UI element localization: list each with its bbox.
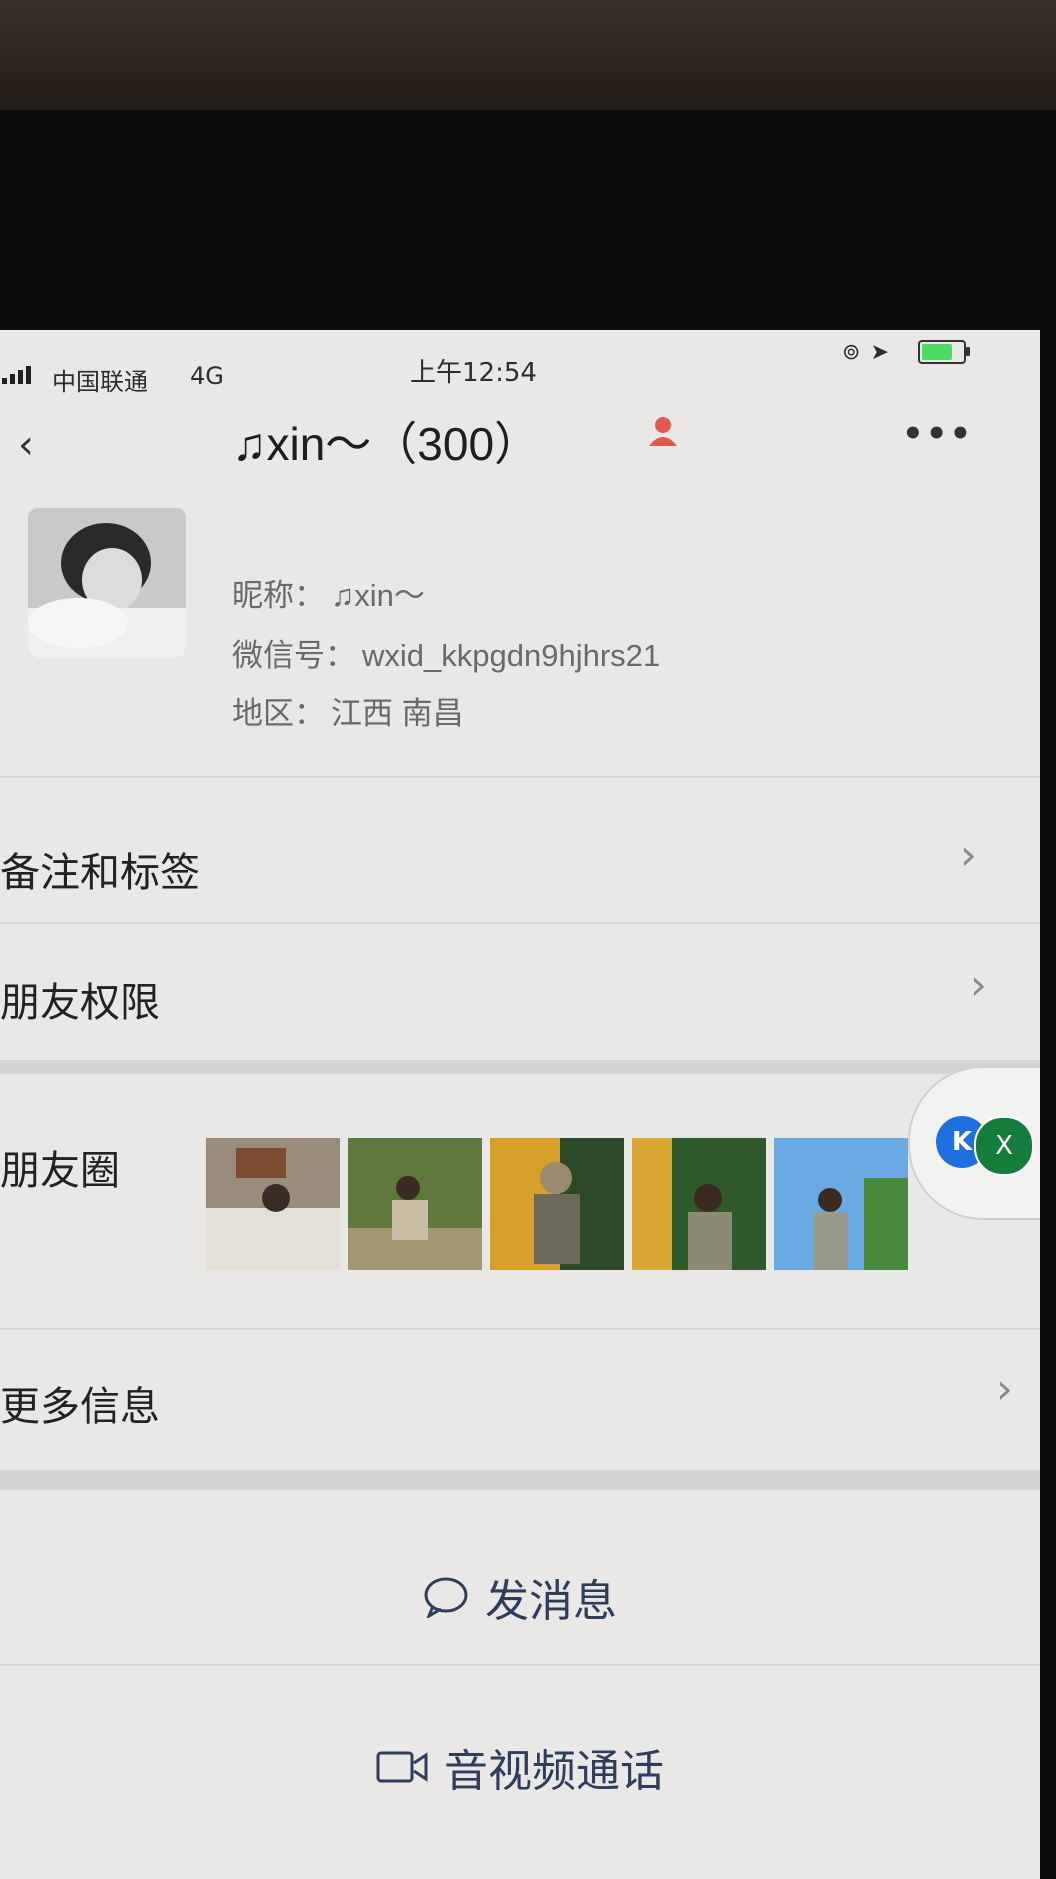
chevron-right-icon: › [960, 830, 977, 879]
chevron-right-icon: › [996, 1364, 1013, 1413]
moments-label: 朋友圈 [0, 1149, 120, 1193]
moment-thumb [206, 1138, 340, 1270]
x-app-icon: X [974, 1116, 1034, 1176]
divider [0, 1328, 1040, 1330]
carrier-label: 中国联通 [52, 368, 148, 396]
nickname-label: 昵称： [232, 578, 325, 613]
floating-window-ball[interactable]: K X [908, 1066, 1040, 1220]
chevron-right-icon: › [970, 960, 987, 1009]
region-value: 江西 南昌 [331, 696, 464, 731]
avatar-photo [28, 508, 186, 658]
wechat-id-line: 微信号： wxid_kkpgdn9hjhrs21 [232, 630, 660, 675]
remarks-tags-label: 备注和标签 [0, 851, 200, 895]
back-icon[interactable]: ‹ [18, 422, 52, 468]
region-label: 地区： [232, 696, 325, 731]
chat-bubble-icon [424, 1577, 468, 1618]
network-label: 4G [190, 362, 224, 390]
status-icons: ⊚ ➤ [842, 340, 889, 365]
send-message-label: 发消息 [485, 1577, 617, 1626]
phone-screen: 中国联通 4G 上午12:54 ⊚ ➤ ‹ ••• ♫xin～（300） 昵称：… [0, 330, 1040, 1879]
moments-thumbnails [206, 1138, 908, 1270]
divider [0, 1664, 1040, 1666]
send-message-button[interactable]: 发消息 [0, 1562, 1040, 1632]
nickname-value: ♫xin～ [331, 578, 425, 613]
region-line: 地区： 江西 南昌 [232, 688, 464, 733]
nickname-line: 昵称： ♫xin～ [232, 570, 425, 615]
gender-icon [649, 417, 677, 446]
moment-thumb [490, 1138, 624, 1270]
more-info-label: 更多信息 [0, 1385, 160, 1429]
moment-thumb [348, 1138, 482, 1270]
divider [0, 922, 1040, 924]
rotation-lock-icon: ⊚ [842, 340, 861, 365]
divider [0, 776, 1040, 778]
moments-permissions-label: 朋友权限 [0, 981, 160, 1025]
name-row: ♫xin～（300） [232, 408, 540, 474]
more-icon[interactable]: ••• [902, 414, 973, 454]
avatar[interactable] [28, 508, 186, 658]
wechat-id-value: wxid_kkpgdn9hjhrs21 [362, 638, 661, 673]
section-gap [0, 1470, 1040, 1490]
display-name: ♫xin～（300） [232, 418, 541, 470]
signal-icon [2, 366, 31, 384]
moment-thumb [632, 1138, 766, 1270]
status-bar: 中国联通 4G 上午12:54 ⊚ ➤ [0, 330, 1000, 396]
video-call-button[interactable]: 音视频通话 [0, 1732, 1040, 1802]
battery-icon [918, 340, 970, 364]
wechat-id-label: 微信号： [232, 638, 356, 673]
location-icon: ➤ [870, 340, 889, 365]
video-call-label: 音视频通话 [444, 1747, 664, 1796]
section-gap [0, 1060, 1040, 1074]
clock: 上午12:54 [410, 358, 537, 388]
moment-thumb [774, 1138, 908, 1270]
video-camera-icon [376, 1751, 428, 1783]
